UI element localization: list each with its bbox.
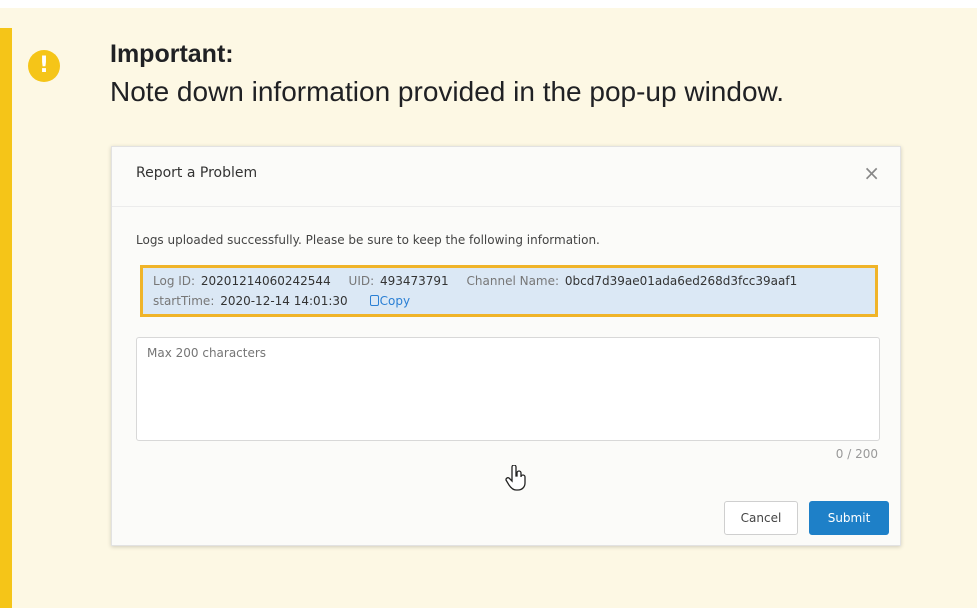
log-info-box: Log ID: 20201214060242544 UID: 493473791… — [140, 265, 878, 317]
callout-accent-bar — [0, 28, 12, 608]
channel-name-value: 0bcd7d39ae01ada6ed268d3fcc39aaf1 — [564, 274, 798, 288]
close-icon[interactable]: × — [863, 161, 880, 185]
channel-name-label: Channel Name: — [466, 274, 560, 288]
log-id-value: 20201214060242544 — [200, 274, 331, 288]
uid-value: 493473791 — [379, 274, 449, 288]
log-info-line-2: startTime: 2020-12-14 14:01:30 Copy — [153, 291, 865, 311]
upload-success-message: Logs uploaded successfully. Please be su… — [136, 233, 600, 247]
copy-button[interactable]: Copy — [369, 294, 411, 308]
hand-cursor-icon — [505, 465, 526, 491]
uid-label: UID: — [348, 274, 375, 288]
dialog-title: Report a Problem — [136, 165, 258, 181]
start-time-value: 2020-12-14 14:01:30 — [220, 294, 348, 308]
cancel-button[interactable]: Cancel — [724, 501, 798, 535]
submit-button[interactable]: Submit — [809, 501, 889, 535]
callout-text: Note down information provided in the po… — [110, 76, 784, 107]
problem-description-input[interactable] — [136, 337, 880, 441]
exclamation-icon: ! — [28, 50, 60, 82]
log-id-label: Log ID: — [153, 274, 196, 288]
report-problem-dialog: Report a Problem × Logs uploaded success… — [111, 146, 901, 546]
start-time-label: startTime: — [153, 294, 215, 308]
dialog-header: Report a Problem × — [112, 147, 900, 207]
copy-label: Copy — [379, 294, 411, 308]
callout-title: Important: — [110, 40, 234, 68]
log-info-line-1: Log ID: 20201214060242544 UID: 493473791… — [153, 271, 865, 291]
character-counter: 0 / 200 — [835, 447, 878, 461]
copy-icon — [369, 295, 379, 306]
